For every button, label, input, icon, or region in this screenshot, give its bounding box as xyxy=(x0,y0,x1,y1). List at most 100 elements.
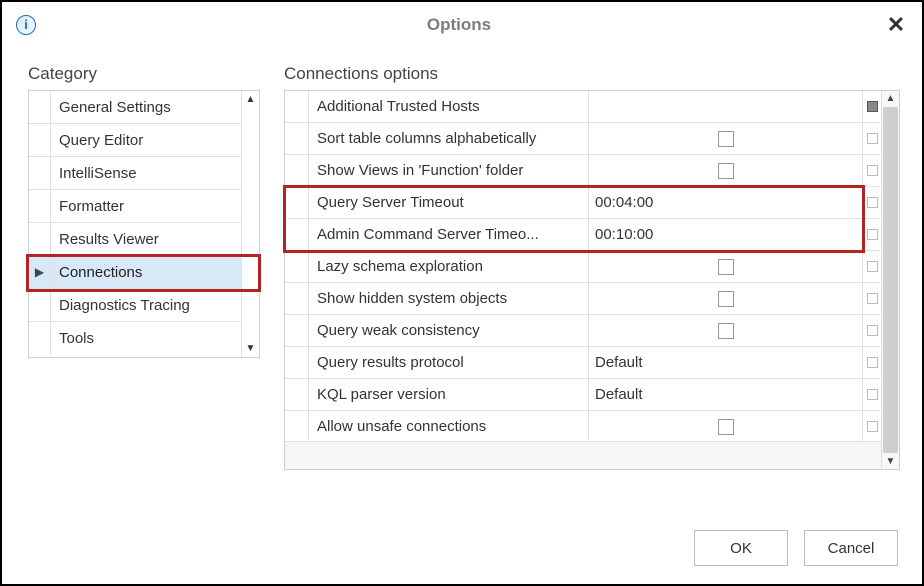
option-row[interactable]: Query Server Timeout00:04:00 xyxy=(285,187,881,219)
category-item-label: Formatter xyxy=(51,198,124,215)
option-value[interactable] xyxy=(589,283,863,314)
category-panel: Category General SettingsQuery EditorInt… xyxy=(28,64,260,500)
options-panel: Connections options Additional Trusted H… xyxy=(284,64,900,500)
option-name: Additional Trusted Hosts xyxy=(309,91,589,122)
reset-icon xyxy=(867,357,878,368)
category-item-formatter[interactable]: Formatter xyxy=(29,190,259,223)
dialog-buttons: OK Cancel xyxy=(694,530,898,566)
reset-icon xyxy=(867,197,878,208)
scroll-up-icon[interactable]: ▲ xyxy=(882,91,899,106)
option-row[interactable]: Allow unsafe connections xyxy=(285,411,881,443)
option-reset-cell[interactable] xyxy=(863,347,881,378)
option-reset-cell[interactable] xyxy=(863,251,881,282)
option-row-gutter xyxy=(285,283,309,314)
option-value[interactable] xyxy=(589,91,863,122)
option-value[interactable] xyxy=(589,155,863,186)
option-value[interactable]: 00:04:00 xyxy=(589,187,863,218)
option-name: Sort table columns alphabetically xyxy=(309,123,589,154)
option-row-gutter xyxy=(285,411,309,442)
option-row[interactable]: Show hidden system objects xyxy=(285,283,881,315)
option-name: Allow unsafe connections xyxy=(309,411,589,442)
option-reset-cell[interactable] xyxy=(863,315,881,346)
category-row-gutter xyxy=(29,124,51,156)
option-row[interactable]: Additional Trusted Hosts xyxy=(285,91,881,123)
option-value-text: Default xyxy=(595,386,643,403)
checkbox[interactable] xyxy=(718,323,734,339)
scroll-up-icon[interactable]: ▲ xyxy=(242,91,259,108)
scroll-down-icon[interactable]: ▼ xyxy=(242,340,259,357)
option-row[interactable]: KQL parser version Default xyxy=(285,379,881,411)
options-scrollbar[interactable]: ▲ ▼ xyxy=(881,91,899,469)
reset-icon xyxy=(867,133,878,144)
reset-icon xyxy=(867,421,878,432)
option-value[interactable]: Default xyxy=(589,379,863,410)
reset-icon xyxy=(867,229,878,240)
category-scrollbar[interactable]: ▲ ▼ xyxy=(241,91,259,357)
option-reset-cell[interactable] xyxy=(863,155,881,186)
titlebar: i Options ✕ xyxy=(2,2,922,48)
checkbox[interactable] xyxy=(718,259,734,275)
option-row-gutter xyxy=(285,187,309,218)
options-grid-footer xyxy=(285,441,881,469)
option-value[interactable] xyxy=(589,251,863,282)
category-row-gutter xyxy=(29,190,51,222)
option-name: Query results protocol xyxy=(309,347,589,378)
option-value[interactable]: Default xyxy=(589,347,863,378)
checkbox[interactable] xyxy=(718,291,734,307)
checkbox[interactable] xyxy=(718,131,734,147)
category-item-connections[interactable]: ▶Connections xyxy=(29,256,259,289)
option-row[interactable]: Admin Command Server Timeo...00:10:00 xyxy=(285,219,881,251)
option-reset-cell[interactable] xyxy=(863,91,881,122)
option-row[interactable]: Show Views in 'Function' folder xyxy=(285,155,881,187)
category-item-diagnostics-tracing[interactable]: Diagnostics Tracing xyxy=(29,289,259,322)
reset-icon xyxy=(867,101,878,112)
option-reset-cell[interactable] xyxy=(863,123,881,154)
option-row[interactable]: Query results protocolDefault xyxy=(285,347,881,379)
checkbox[interactable] xyxy=(718,419,734,435)
option-row[interactable]: Lazy schema exploration xyxy=(285,251,881,283)
option-reset-cell[interactable] xyxy=(863,411,881,442)
close-button[interactable]: ✕ xyxy=(882,11,910,39)
option-reset-cell[interactable] xyxy=(863,379,881,410)
ok-button[interactable]: OK xyxy=(694,530,788,566)
scroll-thumb[interactable] xyxy=(883,107,898,453)
option-row-gutter xyxy=(285,347,309,378)
category-item-query-editor[interactable]: Query Editor xyxy=(29,124,259,157)
option-row-gutter xyxy=(285,123,309,154)
option-value[interactable] xyxy=(589,123,863,154)
info-icon: i xyxy=(16,15,36,35)
category-item-tools[interactable]: Tools xyxy=(29,322,259,355)
option-row-gutter xyxy=(285,379,309,410)
category-item-label: Connections xyxy=(51,264,142,281)
option-value[interactable]: 00:10:00 xyxy=(589,219,863,250)
option-value[interactable] xyxy=(589,315,863,346)
cancel-button[interactable]: Cancel xyxy=(804,530,898,566)
category-row-gutter xyxy=(29,91,51,123)
option-row-gutter xyxy=(285,251,309,282)
option-value-text: 00:04:00 xyxy=(595,194,653,211)
category-item-results-viewer[interactable]: Results Viewer xyxy=(29,223,259,256)
option-row-gutter xyxy=(285,219,309,250)
option-row[interactable]: Query weak consistency xyxy=(285,315,881,347)
category-item-general-settings[interactable]: General Settings xyxy=(29,91,259,124)
option-row-gutter xyxy=(285,155,309,186)
option-reset-cell[interactable] xyxy=(863,283,881,314)
option-name: Lazy schema exploration xyxy=(309,251,589,282)
option-name: Admin Command Server Timeo... xyxy=(309,219,589,250)
option-name: KQL parser version xyxy=(309,379,589,410)
category-row-gutter xyxy=(29,223,51,255)
option-reset-cell[interactable] xyxy=(863,187,881,218)
category-item-intellisense[interactable]: IntelliSense xyxy=(29,157,259,190)
category-item-label: General Settings xyxy=(51,99,171,116)
category-row-gutter xyxy=(29,289,51,321)
option-reset-cell[interactable] xyxy=(863,219,881,250)
scroll-down-icon[interactable]: ▼ xyxy=(882,454,899,469)
checkbox[interactable] xyxy=(718,163,734,179)
option-value[interactable] xyxy=(589,411,863,442)
category-item-label: Results Viewer xyxy=(51,231,159,248)
option-row-gutter xyxy=(285,91,309,122)
option-name: Query weak consistency xyxy=(309,315,589,346)
option-row[interactable]: Sort table columns alphabetically xyxy=(285,123,881,155)
category-row-gutter: ▶ xyxy=(29,256,51,288)
category-item-label: Diagnostics Tracing xyxy=(51,297,190,314)
